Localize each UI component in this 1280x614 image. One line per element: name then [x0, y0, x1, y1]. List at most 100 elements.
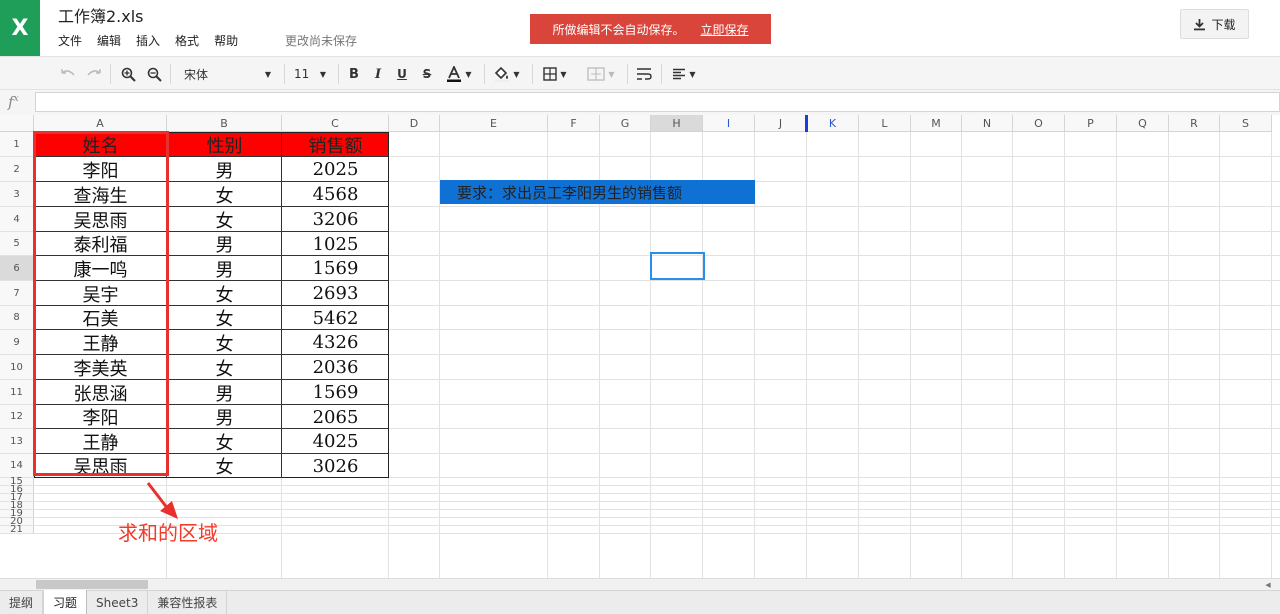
- freeze-pane-marker[interactable]: [805, 115, 808, 132]
- row-header-8[interactable]: 8: [0, 306, 34, 330]
- redo-icon[interactable]: [84, 57, 104, 91]
- banner-message: 所做编辑不会自动保存。: [552, 22, 685, 37]
- align-icon[interactable]: ▼: [667, 57, 701, 91]
- column-header-r[interactable]: R: [1169, 115, 1220, 132]
- row-header-2[interactable]: 2: [0, 157, 34, 182]
- row-header-13[interactable]: 13: [0, 429, 34, 454]
- undo-icon[interactable]: [58, 57, 78, 91]
- column-header-i[interactable]: I: [703, 115, 755, 132]
- gridline-vertical: [806, 132, 807, 578]
- underline-icon[interactable]: U: [393, 57, 411, 91]
- row-header-1[interactable]: 1: [0, 132, 34, 157]
- scrollbar-thumb[interactable]: [36, 580, 148, 589]
- menu-file[interactable]: 文件: [58, 32, 82, 49]
- font-color-icon[interactable]: ▼: [442, 57, 476, 91]
- row-header-14[interactable]: 14: [0, 454, 34, 478]
- formula-input[interactable]: [35, 92, 1280, 112]
- row-header-21[interactable]: 21: [0, 524, 34, 535]
- column-header-f[interactable]: F: [548, 115, 600, 132]
- column-header-e[interactable]: E: [440, 115, 548, 132]
- row-header-10[interactable]: 10: [0, 355, 34, 380]
- column-header-b[interactable]: B: [167, 115, 282, 132]
- row-header-3[interactable]: 3: [0, 182, 34, 207]
- column-headers: ABCDEFGHIJKLMNOPQRS: [0, 115, 1280, 132]
- gridline-vertical: [1219, 132, 1220, 578]
- gridline-vertical: [858, 132, 859, 578]
- title-bar: X 工作簿2.xls 文件 编辑 插入 格式 帮助 更改尚未保存 所做编辑不会自…: [0, 0, 1280, 56]
- sheet-tab-outline[interactable]: 提纲: [0, 591, 44, 614]
- chevron-down-icon: ▼: [319, 69, 326, 79]
- column-header-l[interactable]: L: [859, 115, 911, 132]
- borders-icon[interactable]: ▼: [538, 57, 572, 91]
- spreadsheet-grid[interactable]: ABCDEFGHIJKLMNOPQRS 1 2 3 4 5 6 7 8 9 10 11 12 13 14 1…: [0, 115, 1280, 578]
- selected-cell-h6[interactable]: [650, 252, 705, 280]
- fill-color-icon[interactable]: ▼: [490, 57, 524, 91]
- sheet-tab-sheet3[interactable]: Sheet3: [87, 591, 149, 614]
- select-all-corner[interactable]: [0, 115, 34, 132]
- column-header-g[interactable]: G: [600, 115, 651, 132]
- row-header-9[interactable]: 9: [0, 330, 34, 355]
- gridline-horizontal: [34, 525, 1280, 526]
- document-title[interactable]: 工作簿2.xls: [58, 3, 144, 27]
- bold-icon[interactable]: B: [345, 57, 363, 91]
- menu-help[interactable]: 帮助: [214, 32, 238, 49]
- toolbar-separator: [484, 64, 485, 84]
- scroll-left-icon[interactable]: ◀: [1262, 579, 1274, 590]
- row-header-5[interactable]: 5: [0, 232, 34, 256]
- gridline-vertical: [1012, 132, 1013, 578]
- row-header-12[interactable]: 12: [0, 405, 34, 429]
- column-header-m[interactable]: M: [911, 115, 962, 132]
- gridline-horizontal: [34, 517, 1280, 518]
- sheet-tab-compatibility-report[interactable]: 兼容性报表: [148, 591, 228, 614]
- zoom-out-icon[interactable]: [144, 57, 164, 91]
- gridline-vertical: [1168, 132, 1169, 578]
- column-header-k[interactable]: K: [807, 115, 859, 132]
- column-header-d[interactable]: D: [389, 115, 440, 132]
- menu-bar: 文件 编辑 插入 格式 帮助: [58, 32, 253, 49]
- gridline-vertical: [1116, 132, 1117, 578]
- save-now-link[interactable]: 立即保存: [701, 21, 749, 38]
- toolbar-separator: [284, 64, 285, 84]
- unsaved-status: 更改尚未保存: [285, 34, 358, 48]
- italic-icon[interactable]: I: [369, 57, 387, 91]
- row-header-7[interactable]: 7: [0, 281, 34, 306]
- column-header-c[interactable]: C: [282, 115, 389, 132]
- font-name-select[interactable]: 宋体 ▼: [176, 57, 279, 91]
- column-header-s[interactable]: S: [1220, 115, 1272, 132]
- toolbar-separator: [110, 64, 111, 84]
- column-header-o[interactable]: O: [1013, 115, 1065, 132]
- sum-region-annotation: 求和的区域: [118, 521, 218, 545]
- column-header-a[interactable]: A: [34, 115, 167, 132]
- font-size-select[interactable]: 11 ▼: [288, 57, 332, 91]
- gridline-horizontal: [34, 509, 1280, 510]
- toolbar-separator: [627, 64, 628, 84]
- strikethrough-icon[interactable]: S: [418, 57, 436, 91]
- merge-cells-icon[interactable]: ▼: [583, 57, 619, 91]
- download-label: 下载: [1211, 17, 1236, 32]
- chevron-down-icon: ▼: [264, 69, 271, 79]
- row-header-6[interactable]: 6: [0, 256, 34, 281]
- gridline-vertical: [1064, 132, 1065, 578]
- column-header-h[interactable]: H: [651, 115, 703, 132]
- column-header-p[interactable]: P: [1065, 115, 1117, 132]
- toolbar: 宋体 ▼ 11 ▼ B I U S ▼ ▼ ▼ ▼ ▼: [0, 56, 1280, 90]
- toolbar-separator: [532, 64, 533, 84]
- zoom-in-icon[interactable]: [118, 57, 138, 91]
- horizontal-scrollbar[interactable]: ◀: [0, 578, 1280, 590]
- column-header-n[interactable]: N: [962, 115, 1013, 132]
- formula-bar: fx: [0, 90, 1280, 115]
- menu-edit[interactable]: 编辑: [97, 32, 121, 49]
- requirement-note-cell[interactable]: 要求：求出员工李阳男生的销售额: [440, 180, 755, 204]
- menu-insert[interactable]: 插入: [136, 32, 160, 49]
- menu-format[interactable]: 格式: [175, 32, 199, 49]
- row-header-4[interactable]: 4: [0, 207, 34, 232]
- column-header-j[interactable]: J: [755, 115, 807, 132]
- row-header-11[interactable]: 11: [0, 380, 34, 405]
- column-header-q[interactable]: Q: [1117, 115, 1169, 132]
- sheet-tabs: 提纲 习题 Sheet3 兼容性报表: [0, 590, 1280, 614]
- wrap-text-icon[interactable]: [633, 57, 655, 91]
- sheet-tab-exercise[interactable]: 习题: [43, 590, 88, 614]
- download-button[interactable]: 下载: [1180, 9, 1249, 39]
- toolbar-separator: [338, 64, 339, 84]
- gridline-vertical: [1271, 132, 1272, 578]
